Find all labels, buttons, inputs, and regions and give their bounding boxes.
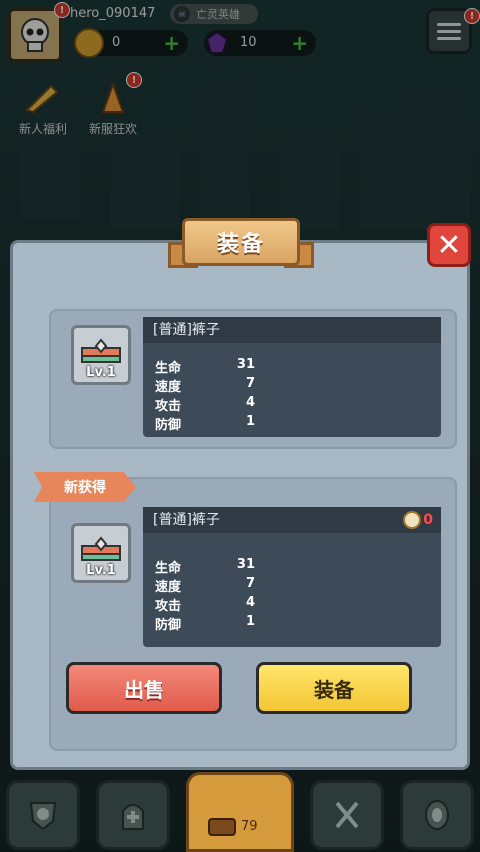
- skull-shield-icon: [29, 802, 57, 831]
- stat-row: 速度 7: [155, 576, 255, 595]
- stat-label: 攻击: [155, 399, 182, 414]
- stat-row: 生命 31: [155, 557, 255, 576]
- stat-value: 7: [245, 376, 255, 391]
- stat-row: 防御 1: [155, 614, 255, 633]
- stat-label: 生命: [155, 361, 182, 376]
- stat-value: 31: [236, 557, 255, 572]
- stat-value: 1: [245, 414, 255, 429]
- stat-label: 防御: [155, 418, 182, 433]
- nav-main-center[interactable]: 79: [186, 772, 294, 852]
- center-count: 79: [241, 819, 258, 834]
- new-item-card[interactable]: Lv.1: [71, 523, 131, 583]
- modal-title-plate: 装备: [182, 218, 300, 266]
- stat-label: 防御: [155, 618, 182, 633]
- nav-hero[interactable]: [6, 780, 80, 850]
- stat-value: 4: [245, 595, 255, 610]
- nav-portal[interactable]: [400, 780, 474, 850]
- close-button[interactable]: ✕: [427, 223, 471, 267]
- crossed-axes-icon: [335, 801, 359, 829]
- stat-label: 速度: [155, 380, 182, 395]
- new-item-tag-label: 新获得: [64, 480, 106, 496]
- stat-row: 防御 1: [155, 414, 255, 433]
- sell-button[interactable]: 出售: [66, 662, 222, 714]
- power-delta: 0: [403, 511, 433, 529]
- modal-title-banner: 装备: [168, 214, 314, 278]
- nav-tomb[interactable]: [96, 780, 170, 850]
- power-icon: [403, 511, 422, 529]
- modal-title: 装备: [216, 232, 265, 257]
- stat-value: 31: [236, 357, 255, 372]
- item-name: [普通]裤子: [143, 507, 441, 533]
- tombstone-icon: [122, 804, 144, 830]
- stat-row: 速度 7: [155, 376, 255, 395]
- current-item-panel: Lv.1 [普通]裤子 生命 31 速度 7 攻击 4 防御 1: [49, 309, 457, 449]
- current-item-stats: [普通]裤子 生命 31 速度 7 攻击 4 防御 1: [143, 317, 441, 437]
- chest-icon: [208, 818, 236, 836]
- power-delta-value: 0: [423, 512, 433, 528]
- nav-battle[interactable]: [310, 780, 384, 850]
- stat-row: 生命 31: [155, 357, 255, 376]
- stat-label: 攻击: [155, 599, 182, 614]
- item-level: Lv.1: [86, 365, 116, 380]
- stat-row: 攻击 4: [155, 595, 255, 614]
- stat-value: 7: [245, 576, 255, 591]
- bottom-nav: 79: [0, 772, 480, 852]
- stat-label: 生命: [155, 561, 182, 576]
- new-item-stats: [普通]裤子 0 生命 31 速度 7 攻击 4 防御 1: [143, 507, 441, 647]
- portal-icon: [425, 800, 449, 830]
- close-icon: ✕: [436, 227, 462, 263]
- new-item-tag: 新获得: [34, 472, 136, 502]
- item-name: [普通]裤子: [143, 317, 441, 343]
- stat-label: 速度: [155, 580, 182, 595]
- stat-value: 4: [245, 395, 255, 410]
- item-level: Lv.1: [86, 563, 116, 578]
- stat-value: 1: [245, 614, 255, 629]
- current-item-card[interactable]: Lv.1: [71, 325, 131, 385]
- stat-row: 攻击 4: [155, 395, 255, 414]
- equip-button[interactable]: 装备: [256, 662, 412, 714]
